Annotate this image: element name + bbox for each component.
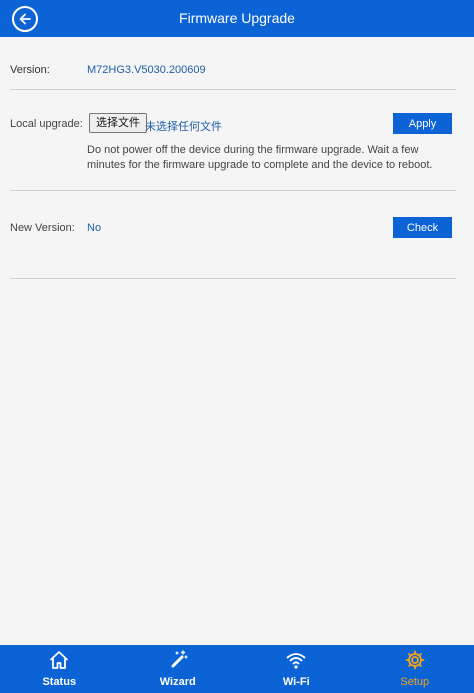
divider <box>10 278 456 279</box>
apply-button[interactable]: Apply <box>393 113 452 134</box>
divider <box>10 190 456 191</box>
gear-icon <box>405 650 425 670</box>
tab-status[interactable]: Status <box>0 645 119 693</box>
page-title: Firmware Upgrade <box>179 10 295 26</box>
tab-label: Wizard <box>159 676 196 688</box>
tab-setup[interactable]: Setup <box>356 645 474 693</box>
wifi-icon <box>286 653 306 669</box>
tab-label: Setup <box>400 676 430 688</box>
version-label: Version: <box>10 64 50 76</box>
tab-label: Status <box>42 676 77 688</box>
tab-label: Wi-Fi <box>282 676 310 688</box>
new-version-label: New Version: <box>10 222 75 234</box>
home-icon <box>50 651 69 669</box>
local-upgrade-row: Local upgrade: 选择文件 未选择任何文件 <box>10 113 456 135</box>
choose-file-button[interactable]: 选择文件 <box>89 113 147 133</box>
new-version-value: No <box>87 222 102 234</box>
version-row: Version: M72HG3.V5030.200609 <box>10 64 206 76</box>
new-version-row: New Version: No <box>10 222 456 242</box>
divider <box>10 89 456 90</box>
tab-wifi[interactable]: Wi-Fi <box>237 645 356 693</box>
wand-icon <box>171 650 188 668</box>
bottom-tab-bar: Status Wizard Wi-Fi Setup <box>0 645 474 693</box>
local-upgrade-label: Local upgrade: <box>10 118 83 130</box>
app-header: Firmware Upgrade <box>0 0 474 37</box>
tab-wizard[interactable]: Wizard <box>119 645 238 693</box>
upgrade-notice: Do not power off the device during the f… <box>87 144 433 171</box>
check-button[interactable]: Check <box>393 217 452 238</box>
version-value: M72HG3.V5030.200609 <box>87 64 206 76</box>
file-status-text: 未选择任何文件 <box>145 120 222 133</box>
